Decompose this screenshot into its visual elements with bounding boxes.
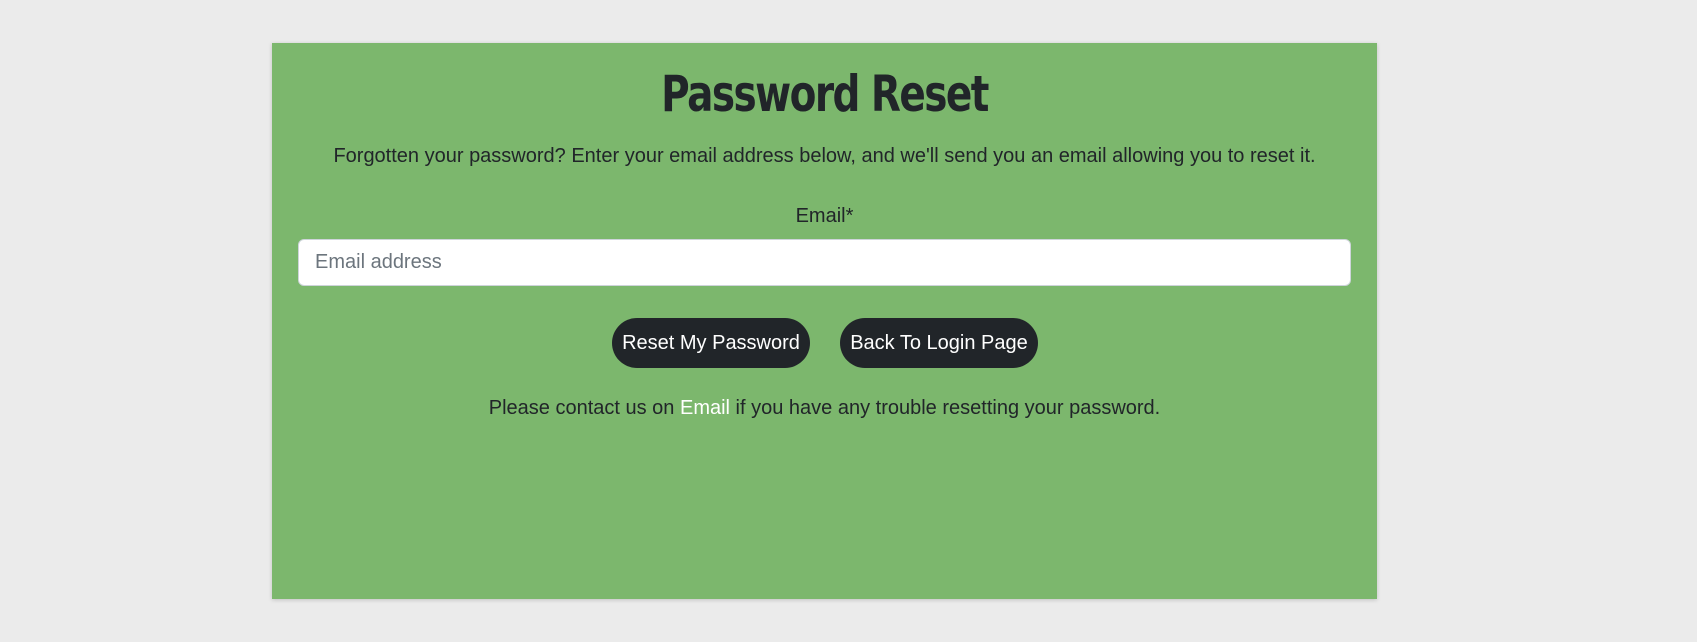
- contact-message: Please contact us on Email if you have a…: [272, 395, 1377, 421]
- contact-text-after: if you have any trouble resetting your p…: [730, 397, 1161, 419]
- page-subtitle: Forgotten your password? Enter your emai…: [333, 145, 1316, 167]
- back-to-login-button[interactable]: Back To Login Page: [840, 318, 1038, 368]
- page-title: Password Reset: [661, 65, 989, 123]
- reset-password-button[interactable]: Reset My Password: [612, 318, 810, 368]
- email-label: Email*: [795, 205, 854, 227]
- password-reset-card: Password Reset Forgotten your password? …: [272, 43, 1377, 599]
- contact-text-before: Please contact us on: [488, 397, 680, 419]
- button-row: Reset My Password Back To Login Page: [272, 318, 1377, 368]
- email-field[interactable]: [298, 239, 1351, 286]
- email-link[interactable]: Email: [680, 397, 730, 419]
